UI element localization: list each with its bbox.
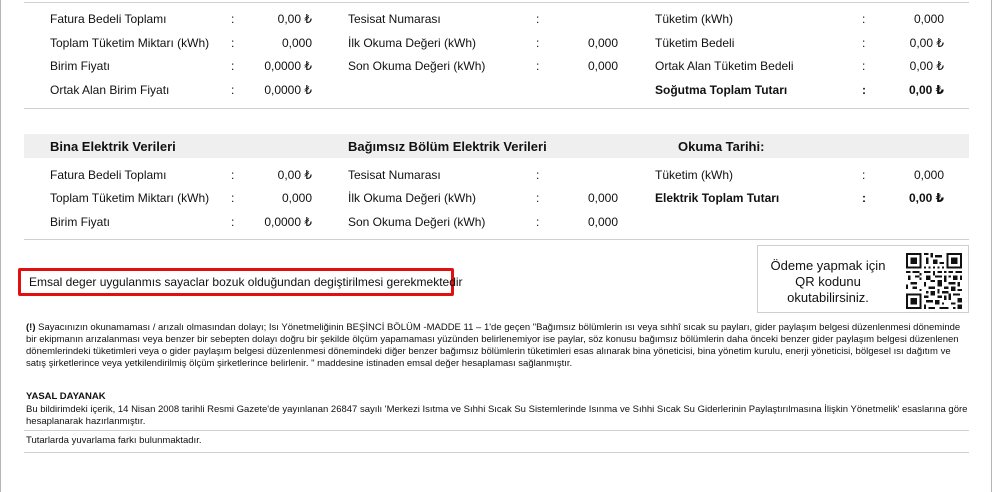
- electric-row-label: Fatura Bedeli Toplamı: [50, 168, 167, 182]
- colon: :: [536, 12, 540, 26]
- colon: :: [231, 215, 235, 229]
- divider-top: [24, 2, 969, 3]
- colon: :: [862, 191, 866, 205]
- cooling-row-value: 0,0000 ₺: [264, 59, 312, 73]
- qr-line-2: QR kodunu: [795, 274, 861, 289]
- colon: :: [231, 59, 235, 73]
- colon: :: [231, 168, 235, 182]
- electric-row-value: 0,000: [587, 191, 618, 205]
- cooling-row-label: Tüketim (kWh): [655, 12, 733, 26]
- colon: :: [862, 168, 866, 182]
- colon: :: [862, 36, 866, 50]
- colon: :: [536, 168, 540, 182]
- legal-title: YASAL DAYANAK: [26, 391, 106, 402]
- cooling-row-label: Tesisat Numarası: [348, 12, 441, 26]
- cooling-row-value: 0,000: [281, 36, 312, 50]
- header-reading-date: Okuma Tarihi:: [678, 139, 765, 154]
- electric-total-value: 0,00 ₺: [908, 191, 944, 205]
- page-border-left: [0, 0, 1, 492]
- colon: :: [862, 83, 866, 97]
- electric-total-label: Elektrik Toplam Tutarı: [655, 191, 780, 205]
- cooling-row-label: Tüketim Bedeli: [655, 36, 735, 50]
- colon: :: [536, 215, 540, 229]
- cooling-row-value: 0,0000 ₺: [264, 83, 312, 97]
- cooling-row-value: 0,000: [587, 36, 618, 50]
- footnote-text: Sayacınızın okunamaması / arızalı olması…: [26, 322, 961, 369]
- qr-instructions: Ödeme yapmak için QR kodunu okutabilirsi…: [758, 258, 898, 306]
- colon: :: [231, 191, 235, 205]
- cooling-row-label: Son Okuma Değeri (kWh): [348, 59, 486, 73]
- cooling-row-label: Toplam Tüketim Miktarı (kWh): [50, 36, 210, 50]
- header-building-electric: Bina Elektrik Verileri: [50, 139, 176, 154]
- cooling-row-label: Birim Fiyatı: [50, 59, 110, 73]
- cooling-row-label: Fatura Bedeli Toplamı: [50, 12, 167, 26]
- invoice-page: Fatura Bedeli Toplamı : 0,00 ₺ Tesisat N…: [0, 0, 994, 492]
- meter-replacement-notice: Emsal deger uygulanmıs sayaclar bozuk ol…: [18, 268, 463, 296]
- electric-row-value: 0,000: [281, 191, 312, 205]
- colon: :: [536, 191, 540, 205]
- footnote: (!) Sayacınızın okunamaması / arızalı ol…: [26, 322, 971, 370]
- electric-row-value: 0,00 ₺: [277, 168, 312, 182]
- colon: :: [231, 83, 235, 97]
- electric-row-label: Son Okuma Değeri (kWh): [348, 215, 486, 229]
- divider-legal: [24, 430, 969, 431]
- colon: :: [862, 12, 866, 26]
- cooling-row-label: Ortak Alan Tüketim Bedeli: [655, 59, 794, 73]
- rounding-note: Tutarlarda yuvarlama farkı bulunmaktadır…: [26, 435, 202, 446]
- cooling-row-value: 0,00 ₺: [909, 59, 944, 73]
- electric-row-label: İlk Okuma Değeri (kWh): [348, 191, 477, 205]
- qr-payment-box: Ödeme yapmak için QR kodunu okutabilirsi…: [757, 245, 969, 313]
- electric-row-label: Tesisat Numarası: [348, 168, 441, 182]
- cooling-row-label: İlk Okuma Değeri (kWh): [348, 36, 477, 50]
- footnote-marker: (!): [26, 322, 36, 333]
- header-unit-electric: Bağımsız Bölüm Elektrik Verileri: [348, 139, 547, 154]
- electric-row-label: Birim Fiyatı: [50, 215, 110, 229]
- colon: :: [231, 36, 235, 50]
- page-border-right: [991, 0, 992, 492]
- divider-electric: [24, 239, 969, 240]
- cooling-total-label: Soğutma Toplam Tutarı: [655, 83, 788, 97]
- cooling-row-value: 0,00 ₺: [277, 12, 312, 26]
- qr-code-icon[interactable]: [906, 253, 962, 309]
- colon: :: [536, 59, 540, 73]
- legal-text: Bu bildirimdeki içerik, 14 Nisan 2008 ta…: [26, 404, 968, 427]
- cooling-row-label: Ortak Alan Birim Fiyatı: [50, 83, 170, 97]
- cooling-row-value: 0,00 ₺: [909, 36, 944, 50]
- colon: :: [536, 36, 540, 50]
- electric-row-value: 0,000: [913, 168, 944, 182]
- colon: :: [862, 59, 866, 73]
- electric-row-value: 0,000: [587, 215, 618, 229]
- electric-row-label: Tüketim (kWh): [655, 168, 733, 182]
- divider-bottom: [24, 452, 969, 453]
- cooling-total-value: 0,00 ₺: [908, 83, 944, 97]
- cooling-row-value: 0,000: [587, 59, 618, 73]
- qr-line-1: Ödeme yapmak için: [770, 258, 886, 273]
- divider-cooling: [24, 108, 969, 109]
- electric-row-label: Toplam Tüketim Miktarı (kWh): [50, 191, 210, 205]
- colon: :: [231, 12, 235, 26]
- cooling-row-value: 0,000: [913, 12, 944, 26]
- qr-line-3: okutabilirsiniz.: [787, 290, 869, 305]
- electric-row-value: 0,0000 ₺: [264, 215, 312, 229]
